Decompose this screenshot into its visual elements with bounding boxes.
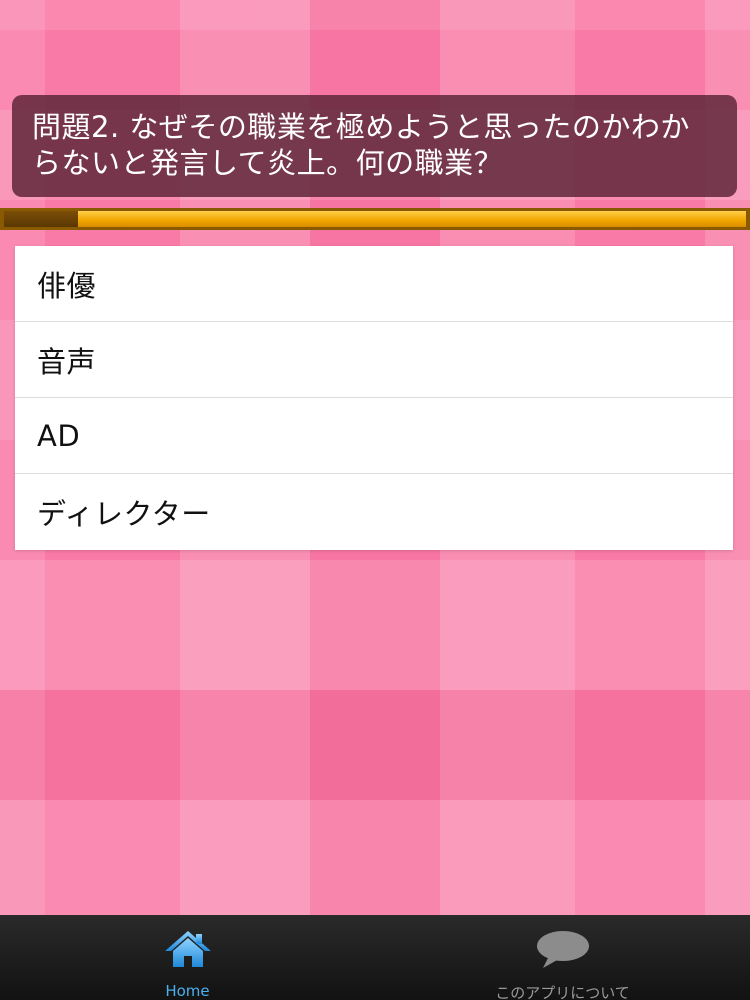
answer-option-label: 俳優 — [37, 268, 97, 303]
answer-option-label: AD — [37, 418, 81, 453]
tab-home-label: Home — [165, 982, 210, 1000]
answer-option-4[interactable]: ディレクター — [15, 474, 733, 550]
tab-about-app[interactable]: このアプリについて — [375, 915, 750, 1000]
question-text: 問題2. なぜその職業を極めようと思ったのかわからないと発言して炎上。何の職業？ — [32, 110, 690, 180]
answer-option-3[interactable]: AD — [15, 398, 733, 474]
home-icon — [160, 929, 216, 969]
progress-bar — [0, 208, 750, 230]
speech-bubble-icon — [535, 929, 591, 969]
answer-option-label: 音声 — [37, 344, 97, 379]
answer-option-label: ディレクター — [37, 497, 211, 531]
tab-home[interactable]: Home — [0, 915, 375, 1000]
bottom-tab-bar: Home このアプリについて — [0, 915, 750, 1000]
quiz-screen: 問題2. なぜその職業を極めようと思ったのかわからないと発言して炎上。何の職業？… — [0, 0, 750, 1000]
progress-bar-track — [4, 211, 746, 227]
answer-list: 俳優 音声 AD ディレクター — [15, 246, 733, 550]
tab-about-app-label: このアプリについて — [495, 984, 630, 1000]
answer-option-1[interactable]: 俳優 — [15, 246, 733, 322]
progress-bar-fill — [4, 211, 79, 227]
question-panel: 問題2. なぜその職業を極めようと思ったのかわからないと発言して炎上。何の職業？ — [12, 95, 737, 197]
answer-option-2[interactable]: 音声 — [15, 322, 733, 398]
